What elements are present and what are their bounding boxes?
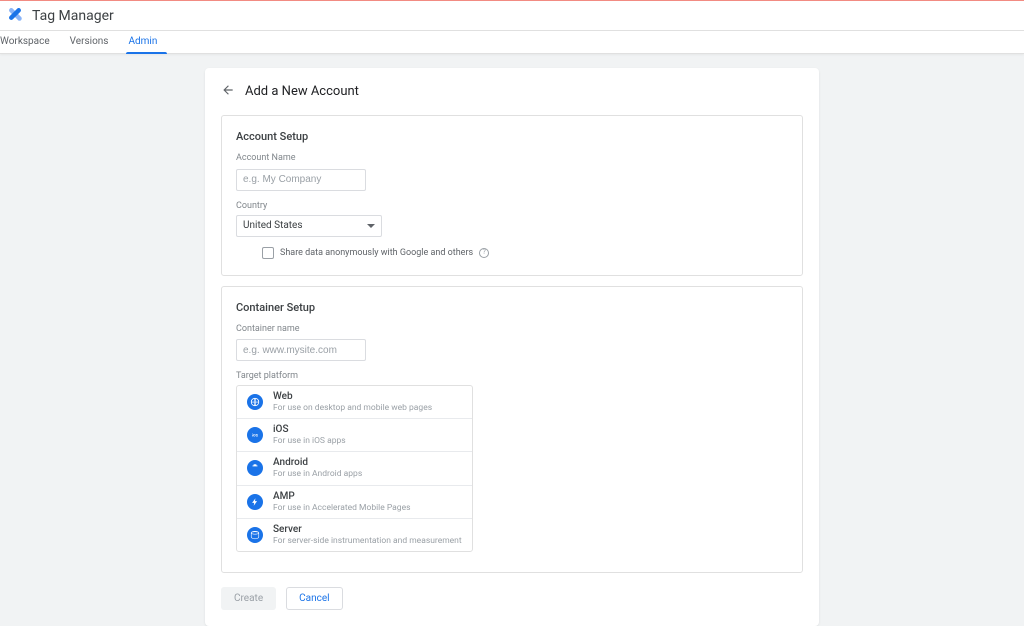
back-arrow-icon[interactable] [221, 82, 235, 101]
account-setup-card: Account Setup Account Name Country Unite… [221, 115, 803, 276]
tab-admin[interactable]: Admin [118, 30, 167, 53]
amp-icon [247, 494, 263, 510]
platform-item-server[interactable]: Server For server-side instrumentation a… [237, 519, 472, 551]
tag-manager-logo-icon [6, 5, 24, 27]
country-field: Country United States [236, 201, 788, 237]
account-name-field: Account Name [236, 153, 788, 191]
target-platform-label: Target platform [236, 371, 788, 381]
panel-title: Add a New Account [245, 84, 359, 99]
svg-text:iOS: iOS [252, 434, 259, 438]
share-data-label: Share data anonymously with Google and o… [280, 248, 473, 258]
container-name-field: Container name [236, 324, 788, 362]
platform-text: Server For server-side instrumentation a… [273, 524, 462, 546]
platform-desc: For use on desktop and mobile web pages [273, 403, 432, 413]
platform-title: AMP [273, 491, 410, 503]
share-data-row: Share data anonymously with Google and o… [236, 247, 788, 259]
platform-text: Android For use in Android apps [273, 457, 362, 479]
container-name-label: Container name [236, 324, 788, 334]
new-account-panel: Add a New Account Account Setup Account … [205, 68, 819, 626]
platform-desc: For use in iOS apps [273, 436, 346, 446]
platform-item-ios[interactable]: iOS iOS For use in iOS apps [237, 419, 472, 452]
platform-text: Web For use on desktop and mobile web pa… [273, 391, 432, 413]
share-data-checkbox[interactable] [262, 247, 274, 259]
platform-title: iOS [273, 424, 346, 436]
platform-title: Web [273, 391, 432, 403]
platform-text: iOS For use in iOS apps [273, 424, 346, 446]
platform-title: Server [273, 524, 462, 536]
platform-desc: For server-side instrumentation and meas… [273, 536, 462, 546]
platform-text: AMP For use in Accelerated Mobile Pages [273, 491, 410, 513]
tab-versions[interactable]: Versions [60, 30, 119, 53]
help-icon[interactable]: ? [479, 248, 489, 258]
cancel-button[interactable]: Cancel [286, 587, 342, 610]
platform-list: Web For use on desktop and mobile web pa… [236, 385, 473, 552]
ios-icon: iOS [247, 427, 263, 443]
web-icon [247, 394, 263, 410]
logo-wrap: Tag Manager [6, 5, 114, 27]
container-setup-card: Container Setup Container name Target pl… [221, 286, 803, 573]
android-icon [247, 460, 263, 476]
container-name-input[interactable] [236, 339, 366, 361]
create-button: Create [221, 587, 276, 610]
platform-item-web[interactable]: Web For use on desktop and mobile web pa… [237, 386, 472, 419]
account-name-label: Account Name [236, 153, 788, 163]
panel-header: Add a New Account [221, 82, 803, 101]
platform-item-amp[interactable]: AMP For use in Accelerated Mobile Pages [237, 486, 472, 519]
platform-title: Android [273, 457, 362, 469]
country-selected-value: United States [243, 220, 303, 231]
account-name-input[interactable] [236, 169, 366, 191]
server-icon [247, 527, 263, 543]
platform-item-android[interactable]: Android For use in Android apps [237, 452, 472, 485]
top-header: Tag Manager [0, 0, 1024, 31]
container-setup-title: Container Setup [236, 301, 788, 314]
platform-desc: For use in Android apps [273, 469, 362, 479]
account-setup-title: Account Setup [236, 130, 788, 143]
footer-buttons: Create Cancel [221, 587, 803, 610]
page-body: Add a New Account Account Setup Account … [0, 54, 1024, 626]
platform-desc: For use in Accelerated Mobile Pages [273, 503, 410, 513]
app-title: Tag Manager [32, 8, 114, 24]
chevron-down-icon [367, 224, 375, 228]
target-platform-field: Target platform Web For use on desktop a… [236, 371, 788, 552]
country-select[interactable]: United States [236, 215, 382, 237]
country-label: Country [236, 201, 788, 211]
tab-workspace[interactable]: Workspace [0, 30, 60, 53]
tab-bar: Workspace Versions Admin [0, 31, 1024, 54]
